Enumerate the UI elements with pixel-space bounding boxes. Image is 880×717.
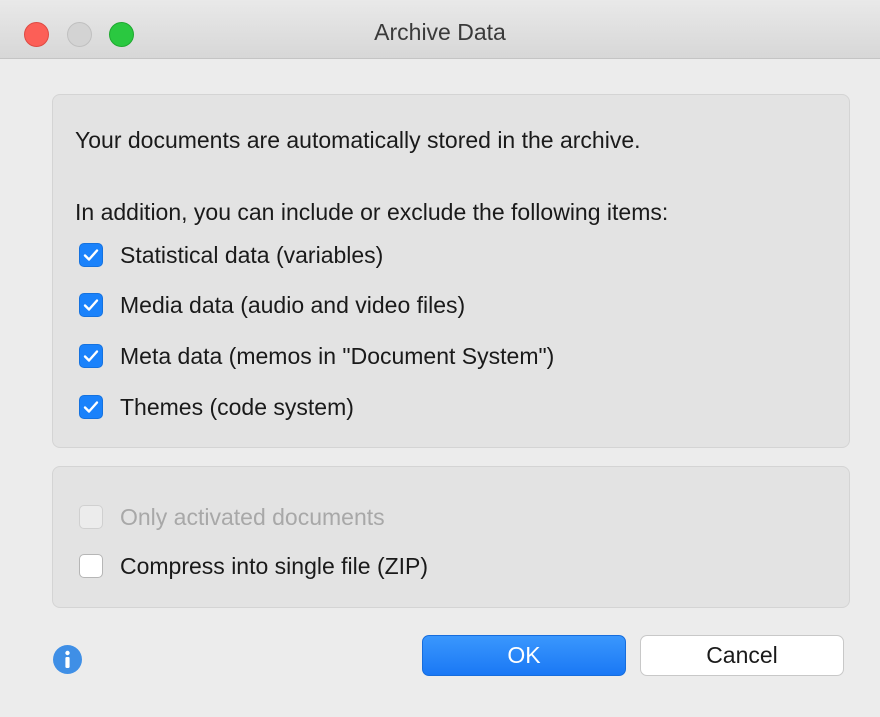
- archive-content-group: Your documents are automatically stored …: [52, 94, 850, 448]
- meta-data-checkbox[interactable]: [79, 344, 103, 368]
- checkbox-row-themes[interactable]: Themes (code system): [79, 393, 354, 421]
- ok-button[interactable]: OK: [422, 635, 626, 676]
- info-glyph-icon: [65, 650, 70, 668]
- checkmark-icon: [83, 401, 99, 413]
- checkbox-row-meta-data[interactable]: Meta data (memos in "Document System"): [79, 342, 554, 370]
- themes-label: Themes (code system): [120, 393, 354, 420]
- info-icon[interactable]: [53, 645, 82, 674]
- meta-data-label: Meta data (memos in "Document System"): [120, 342, 555, 369]
- cancel-button[interactable]: Cancel: [640, 635, 844, 676]
- intro-text: Your documents are automatically stored …: [75, 127, 641, 153]
- only-activated-documents-label: Only activated documents: [120, 503, 385, 530]
- statistical-data-checkbox[interactable]: [79, 243, 103, 267]
- checkbox-row-statistical-data[interactable]: Statistical data (variables): [79, 241, 383, 269]
- title-bar: Archive Data: [0, 0, 880, 59]
- compress-zip-checkbox[interactable]: [79, 554, 103, 578]
- checkbox-row-media-data[interactable]: Media data (audio and video files): [79, 291, 465, 319]
- media-data-checkbox[interactable]: [79, 293, 103, 317]
- media-data-label: Media data (audio and video files): [120, 291, 466, 318]
- addition-text: In addition, you can include or exclude …: [75, 199, 669, 225]
- statistical-data-label: Statistical data (variables): [120, 241, 384, 268]
- checkmark-icon: [83, 350, 99, 362]
- compress-zip-label: Compress into single file (ZIP): [120, 552, 429, 579]
- checkbox-row-compress-zip[interactable]: Compress into single file (ZIP): [79, 552, 428, 580]
- only-activated-documents-checkbox: [79, 505, 103, 529]
- checkbox-row-only-activated: Only activated documents: [79, 503, 385, 531]
- options-group: Only activated documents Compress into s…: [52, 466, 850, 608]
- archive-data-dialog: Archive Data Your documents are automati…: [0, 0, 880, 717]
- themes-checkbox[interactable]: [79, 395, 103, 419]
- checkmark-icon: [83, 299, 99, 311]
- window-title: Archive Data: [374, 19, 506, 45]
- checkmark-icon: [83, 249, 99, 261]
